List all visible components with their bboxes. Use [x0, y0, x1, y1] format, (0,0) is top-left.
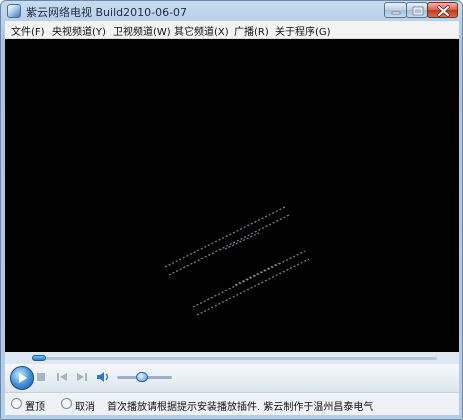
- cancel-radio-label: 取消: [75, 402, 95, 413]
- volume-slider-thumb[interactable]: [136, 372, 149, 382]
- previous-icon[interactable]: [56, 370, 68, 384]
- player-logo-watermark: [164, 206, 310, 316]
- menu-satellite-channels[interactable]: 卫视频道(W): [113, 23, 171, 38]
- menu-radio[interactable]: 广播(R): [234, 23, 269, 38]
- seek-thumb[interactable]: [32, 355, 46, 361]
- top-radio[interactable]: [11, 398, 22, 409]
- seek-track[interactable]: [32, 357, 437, 360]
- window-title: 紫云网络电视 Build2010-06-07: [26, 6, 188, 19]
- app-icon: [7, 4, 21, 18]
- menu-bar: 文件(F) 央视频道(Y) 卫视频道(W) 其它频道(X) 广播(R) 关于程序…: [5, 21, 459, 39]
- status-bar: 置顶 取消 首次播放请根据提示安装播放插件. 紫云制作于温州昌泰电气: [5, 393, 459, 415]
- close-button[interactable]: [427, 2, 458, 18]
- top-radio-label: 置顶: [25, 402, 45, 413]
- menu-cctv-channels[interactable]: 央视频道(Y): [52, 23, 106, 38]
- close-icon: [437, 5, 450, 17]
- video-area[interactable]: [5, 39, 459, 352]
- title-bar[interactable]: 紫云网络电视 Build2010-06-07: [1, 1, 462, 21]
- menu-file[interactable]: 文件(F): [11, 23, 45, 38]
- stop-icon[interactable]: [36, 370, 46, 384]
- menu-other-channels[interactable]: 其它频道(X): [174, 23, 229, 38]
- menu-about[interactable]: 关于程序(G): [275, 23, 331, 38]
- volume-icon[interactable]: [96, 370, 112, 384]
- app-window: 紫云网络电视 Build2010-06-07 文件(F) 央视频道(Y) 卫视频…: [0, 0, 463, 420]
- play-icon: [19, 373, 27, 383]
- minimize-icon: [391, 11, 401, 15]
- seek-bar[interactable]: [5, 352, 459, 364]
- cancel-radio[interactable]: [61, 398, 72, 409]
- play-button[interactable]: [10, 366, 34, 390]
- maximize-button[interactable]: [406, 2, 428, 18]
- status-message: 首次播放请根据提示安装播放插件. 紫云制作于温州昌泰电气: [107, 402, 374, 413]
- minimize-button[interactable]: [384, 2, 407, 18]
- playback-controls: [5, 364, 459, 393]
- next-icon[interactable]: [76, 370, 88, 384]
- maximize-icon: [412, 6, 424, 16]
